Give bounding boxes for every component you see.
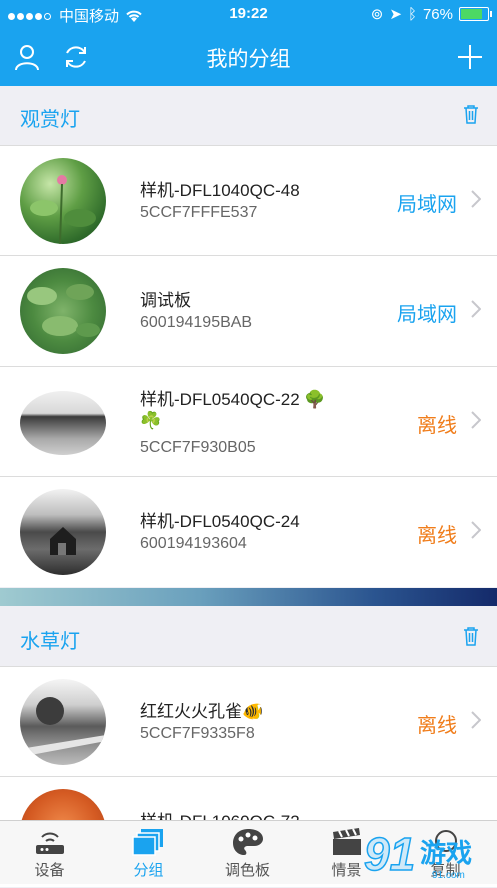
- chevron-right-icon: [471, 190, 481, 208]
- device-name: 样机-DFL0540QC-24: [140, 512, 300, 531]
- device-row[interactable]: 调试板 600194195BAB 局域网: [0, 255, 497, 366]
- group-icon: [132, 829, 163, 856]
- chevron-right-icon: [471, 411, 481, 429]
- device-name: 红红火火孔雀🐠: [140, 702, 264, 721]
- connection-status: 离线: [417, 715, 457, 737]
- group-header: 水草灯: [0, 608, 497, 666]
- device-name: 样机-DFL1040QC-48: [140, 181, 300, 200]
- plus-icon[interactable]: [455, 42, 485, 72]
- device-name: 样机-DFL0540QC-22 🌳: [140, 390, 326, 409]
- tab-label: 调色板: [224, 862, 270, 879]
- tab-label: 设备: [34, 862, 65, 879]
- device-name-emoji: ☘️: [140, 411, 162, 430]
- chevron-right-icon: [471, 711, 481, 729]
- status-bar: 中国移动 19:22 ⊚ ➤ ᛒ 76%: [0, 0, 497, 28]
- orientation-lock-icon: ⊚: [370, 6, 384, 23]
- tab-groups[interactable]: 分组: [99, 821, 198, 884]
- bluetooth-icon: ᛒ: [407, 5, 417, 23]
- tab-palette[interactable]: 调色板: [198, 821, 297, 884]
- device-row[interactable]: 样机-DFL1040QC-48 5CCF7FFFE537 局域网: [0, 145, 497, 256]
- device-mac: 600194193604: [140, 535, 247, 552]
- group-name: 观赏灯: [20, 109, 80, 131]
- device-avatar: [20, 489, 106, 575]
- router-icon: [36, 832, 64, 854]
- device-row[interactable]: 样机-DFL0540QC-22 🌳 ☘️ 5CCF7F930B05 离线: [0, 366, 497, 477]
- group-header: 观赏灯: [0, 86, 497, 144]
- battery-icon: [459, 7, 492, 21]
- device-row[interactable]: 样机-DFL0540QC-24 600194193604 离线: [0, 476, 497, 587]
- device-row[interactable]: 红红火火孔雀🐠 5CCF7F9335F8 离线: [0, 666, 497, 777]
- group-divider-banner: [0, 588, 497, 606]
- tab-devices[interactable]: 设备: [0, 821, 99, 884]
- trash-icon[interactable]: [463, 104, 479, 124]
- clapperboard-icon: [333, 828, 361, 855]
- device-mac: 5CCF7F9335F8: [140, 725, 255, 742]
- svg-text:91: 91: [364, 828, 415, 880]
- navigation-bar: 我的分组: [0, 28, 497, 86]
- svg-text:游戏: 游戏: [420, 838, 472, 868]
- chevron-right-icon: [471, 521, 481, 539]
- location-icon: ➤: [389, 6, 402, 23]
- palette-icon: [233, 829, 263, 855]
- device-name: 调试板: [140, 291, 191, 310]
- connection-status: 离线: [417, 525, 457, 547]
- device-avatar: [20, 158, 106, 244]
- battery-label: 76%: [422, 5, 453, 23]
- connection-status: 局域网: [397, 194, 457, 216]
- watermark-logo: 91 游戏 91.com: [362, 822, 497, 883]
- device-avatar: [20, 391, 106, 455]
- connection-status: 局域网: [397, 304, 457, 326]
- device-mac: 600194195BAB: [140, 314, 253, 331]
- device-avatar: [20, 268, 106, 354]
- device-mac: 5CCF7F930B05: [140, 439, 256, 456]
- device-avatar: [20, 679, 106, 765]
- connection-status: 离线: [417, 415, 457, 437]
- device-mac: 5CCF7FFFE537: [140, 204, 258, 221]
- trash-icon[interactable]: [463, 626, 479, 646]
- tab-label: 分组: [133, 862, 164, 879]
- svg-text:91.com: 91.com: [432, 870, 465, 881]
- group-name: 水草灯: [20, 631, 80, 653]
- chevron-right-icon: [471, 300, 481, 318]
- page-title: 我的分组: [206, 48, 291, 71]
